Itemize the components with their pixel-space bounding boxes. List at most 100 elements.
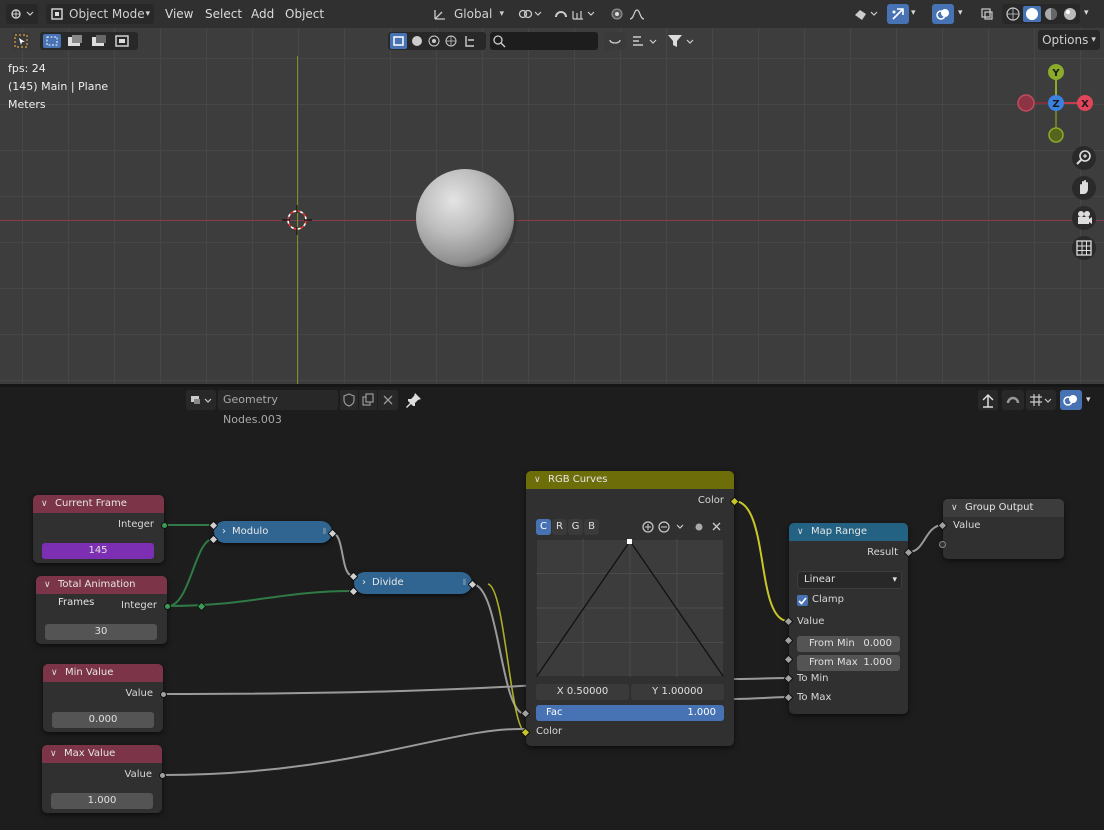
snap-button[interactable] xyxy=(550,4,600,24)
filter-dropdown[interactable] xyxy=(666,32,698,50)
node-max-value[interactable]: ∨ Max Value Value 1.000 xyxy=(42,745,162,813)
x-axis-line xyxy=(0,220,1104,221)
chevron-right-icon[interactable]: › xyxy=(362,572,366,594)
max-value-field[interactable]: 1.000 xyxy=(51,793,153,809)
gizmo-toggle-button[interactable] xyxy=(887,4,909,24)
editor-type-button[interactable] xyxy=(6,4,38,24)
camera-view-button[interactable] xyxy=(1072,206,1096,230)
clip-icon xyxy=(695,523,703,531)
node-header: ∨ Max Value xyxy=(42,745,162,763)
channel-g-button[interactable]: G xyxy=(568,519,583,535)
overlays-toggle-button[interactable] xyxy=(932,4,954,24)
interpolation-dropdown[interactable]: Linear ▾ xyxy=(797,571,902,589)
socket-output[interactable] xyxy=(159,772,166,779)
menu-object[interactable]: Object xyxy=(285,4,324,24)
node-map-range[interactable]: ∨ Map Range Result Linear ▾ Clamp Value F… xyxy=(789,523,908,714)
node-title: Current Frame xyxy=(55,498,127,509)
frame-value-field[interactable]: 145 xyxy=(42,543,154,559)
node-min-value[interactable]: ∨ Min Value Value 0.000 xyxy=(43,664,163,732)
viewport-search-input[interactable] xyxy=(490,32,598,50)
zoom-button[interactable] xyxy=(1072,146,1096,170)
menu-select[interactable]: Select xyxy=(205,4,242,24)
link-modulo-divide xyxy=(331,532,354,577)
clamp-checkbox[interactable] xyxy=(797,595,808,606)
from-min-value: 0.000 xyxy=(863,638,892,649)
restrict-toggle[interactable] xyxy=(604,32,626,50)
menu-add[interactable]: Add xyxy=(251,4,274,24)
ortho-toggle-button[interactable] xyxy=(1072,236,1096,260)
from-min-field[interactable]: From Min 0.000 xyxy=(797,636,900,652)
options-label: Options xyxy=(1042,33,1089,47)
mode-dropdown[interactable]: Object Mode ▾ xyxy=(46,4,154,24)
gizmo-z-label: Z xyxy=(1052,99,1059,110)
overlays-icon xyxy=(936,9,949,20)
navigation-gizmo[interactable]: Y X Z xyxy=(1016,60,1096,150)
node-header: ∨ RGB Curves xyxy=(526,471,734,489)
curve-y-field[interactable]: Y 1.00000 xyxy=(631,684,724,700)
channel-b-button[interactable]: B xyxy=(584,519,599,535)
selectability-visibility-button[interactable] xyxy=(850,4,882,24)
chevron-right-icon[interactable]: › xyxy=(222,521,226,543)
grip-icon: ⦀ xyxy=(322,527,326,536)
channel-c-button[interactable]: C xyxy=(536,519,551,535)
curve-graph[interactable] xyxy=(536,539,724,677)
socket-output[interactable] xyxy=(160,691,167,698)
total-frames-field[interactable]: 30 xyxy=(45,624,157,640)
socket-empty[interactable] xyxy=(939,541,946,548)
tool-header: Options ▾ xyxy=(0,28,1104,54)
link-max-tomax xyxy=(733,696,789,700)
node-total-animation-frames[interactable]: ∨ Total Animation Frames Integer 30 xyxy=(36,576,167,644)
node-current-frame[interactable]: ∨ Current Frame Integer 145 xyxy=(33,495,164,563)
shading-mode-group[interactable] xyxy=(1002,4,1080,24)
shading-tool-group[interactable] xyxy=(388,32,486,50)
pan-button[interactable] xyxy=(1072,176,1096,200)
sphere-object[interactable] xyxy=(411,164,521,274)
node-group-output[interactable]: ∨ Group Output Value xyxy=(943,499,1064,559)
xray-toggle-button[interactable] xyxy=(976,4,998,24)
socket-output[interactable] xyxy=(161,522,168,529)
menu-view[interactable]: View xyxy=(165,4,193,24)
node-title: Min Value xyxy=(65,667,114,678)
fps-text: fps: 24 xyxy=(8,62,46,75)
options-button[interactable]: Options ▾ xyxy=(1038,30,1100,50)
chevron-down-icon[interactable]: ∨ xyxy=(951,499,958,517)
socket-output[interactable] xyxy=(164,603,171,610)
3d-viewport[interactable]: Object Mode ▾ View Select Add Object Glo… xyxy=(0,0,1104,384)
chevron-down-icon[interactable]: ∨ xyxy=(797,523,804,541)
node-rgb-curves[interactable]: ∨ RGB Curves Color C R G B X 0.50000 Y 1.… xyxy=(526,471,734,746)
chevron-down-icon[interactable]: ▾ xyxy=(911,8,916,18)
node-header: ∨ Total Animation Frames xyxy=(36,576,167,608)
proportional-edit-button[interactable] xyxy=(606,4,662,24)
link-divide-fac-color xyxy=(487,583,526,733)
select-tool-icon[interactable] xyxy=(12,32,30,50)
node-editor[interactable]: Geometry Nodes.003 ▾ ∨ Current Frame Int… xyxy=(0,387,1104,830)
curve-tools xyxy=(642,521,721,533)
transform-orientation-dropdown[interactable]: Global ▾ xyxy=(428,4,508,24)
chevron-down-icon[interactable]: ∨ xyxy=(41,495,48,513)
chevron-down-icon[interactable]: ∨ xyxy=(534,471,541,489)
chevron-down-icon[interactable]: ▾ xyxy=(1084,8,1089,18)
channel-r-button[interactable]: R xyxy=(552,519,567,535)
node-divide[interactable]: › Divide ⦀ xyxy=(354,572,472,594)
from-max-field[interactable]: From Max 1.000 xyxy=(797,655,900,671)
pivot-point-button[interactable] xyxy=(514,4,546,24)
min-value-field[interactable]: 0.000 xyxy=(52,712,154,728)
orientation-icon xyxy=(434,10,445,20)
proportional-edit-icon xyxy=(611,8,645,20)
link-min-tomin xyxy=(164,684,541,695)
chevron-down-icon: ▾ xyxy=(499,9,504,19)
sort-dropdown[interactable] xyxy=(630,32,662,50)
viewport-info-overlay: fps: 24 (145) Main | Plane Meters xyxy=(8,60,108,114)
curve-x-field[interactable]: X 0.50000 xyxy=(536,684,629,700)
chevron-down-icon[interactable]: ∨ xyxy=(50,745,57,763)
chevron-down-icon[interactable]: ∨ xyxy=(44,576,51,594)
chevron-down-icon[interactable]: ▾ xyxy=(958,8,963,18)
chevron-down-icon[interactable]: ∨ xyxy=(51,664,58,682)
fac-slider[interactable]: Fac 1.000 xyxy=(536,705,724,721)
3d-cursor-icon[interactable] xyxy=(277,200,317,240)
node-modulo[interactable]: › Modulo ⦀ xyxy=(214,521,332,543)
shading-icons xyxy=(1006,6,1076,22)
selection-mode-group[interactable] xyxy=(40,32,138,50)
link-result-output xyxy=(908,524,944,553)
node-title: Map Range xyxy=(811,526,867,537)
